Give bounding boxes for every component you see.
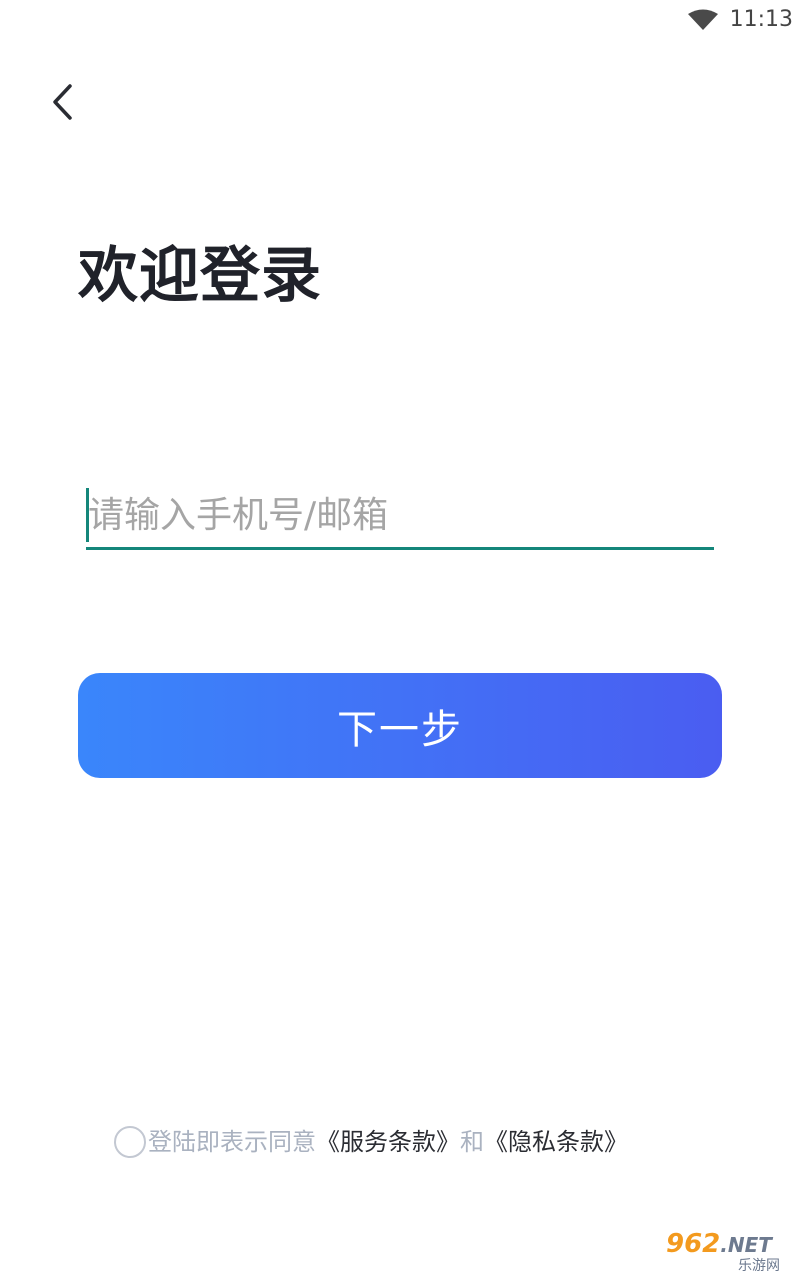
next-button[interactable]: 下一步 bbox=[78, 673, 722, 778]
status-time: 11:13 bbox=[729, 7, 793, 32]
wifi-icon bbox=[688, 9, 718, 30]
login-screen: 11:13 欢迎登录 下一步 登陆即表示同意 《服务条款》 和 《隐私条款》 9… bbox=[0, 0, 800, 1280]
watermark-logo: 962.NET 乐游网 bbox=[666, 1229, 796, 1275]
privacy-policy-link[interactable]: 《隐私条款》 bbox=[484, 1122, 628, 1162]
chevron-left-icon bbox=[53, 84, 72, 120]
back-button[interactable] bbox=[36, 78, 86, 128]
input-underline bbox=[86, 547, 714, 550]
terms-of-service-link[interactable]: 《服务条款》 bbox=[316, 1122, 460, 1162]
page-title: 欢迎登录 bbox=[78, 241, 322, 311]
watermark-subtitle: 乐游网 bbox=[738, 1258, 780, 1274]
account-field bbox=[86, 484, 714, 550]
agreement-prefix: 登陆即表示同意 bbox=[148, 1128, 316, 1156]
account-input[interactable] bbox=[86, 484, 714, 547]
text-caret bbox=[86, 488, 89, 542]
watermark-number: 962 bbox=[666, 1229, 721, 1259]
watermark-suffix: .NET bbox=[720, 1233, 772, 1257]
watermark-brand: 962.NET bbox=[666, 1229, 796, 1259]
agreement-radio[interactable] bbox=[114, 1126, 146, 1158]
agreement-conjunction: 和 bbox=[460, 1128, 484, 1156]
agreement-row: 登陆即表示同意 《服务条款》 和 《隐私条款》 bbox=[114, 1122, 714, 1162]
status-bar: 11:13 bbox=[0, 0, 800, 40]
